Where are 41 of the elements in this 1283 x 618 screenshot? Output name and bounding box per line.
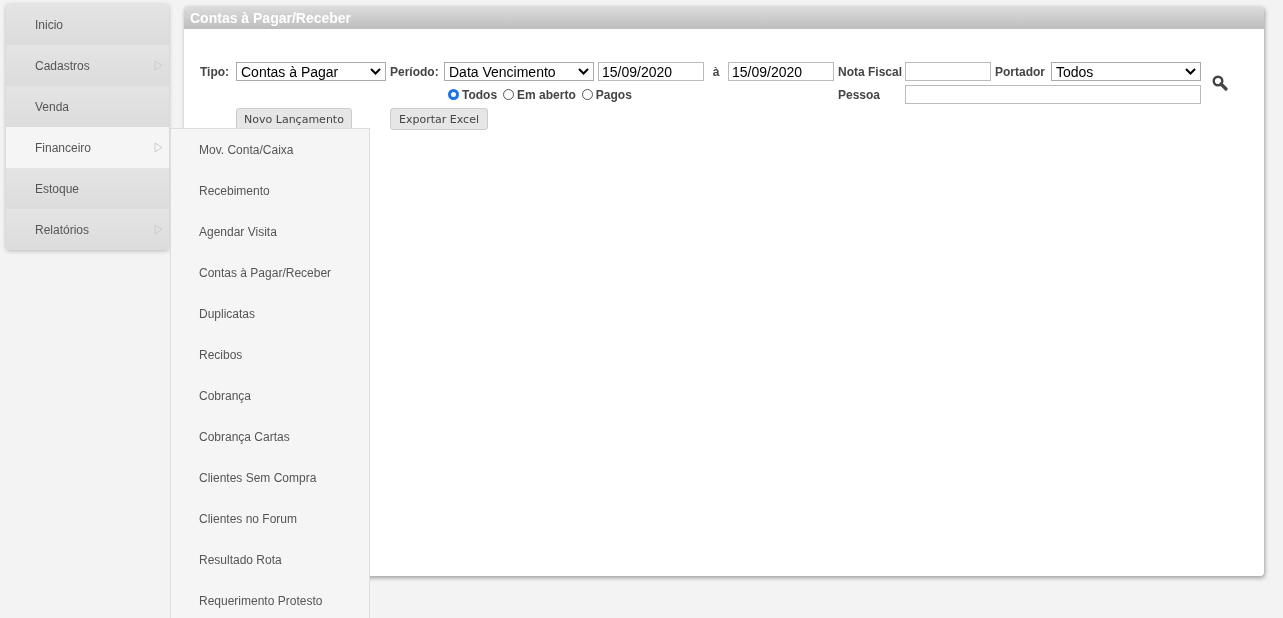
- submenu-item[interactable]: Cobrança: [171, 375, 369, 416]
- sidebar-item[interactable]: Venda: [6, 86, 169, 127]
- pessoa-field[interactable]: [905, 85, 1201, 104]
- chevron-icon: [370, 68, 381, 75]
- submenu-item[interactable]: Recebimento: [171, 170, 369, 211]
- sidebar-item[interactable]: Cadastros: [6, 45, 169, 86]
- submenu-item[interactable]: Resultado Rota: [171, 539, 369, 580]
- panel-title: Contas à Pagar/Receber: [184, 6, 1264, 29]
- submenu-item[interactable]: Agendar Visita: [171, 211, 369, 252]
- submenu-item[interactable]: Duplicatas: [171, 293, 369, 334]
- new-entry-button[interactable]: Novo Lançamento: [236, 108, 352, 130]
- sidebar-item[interactable]: Financeiro: [6, 127, 169, 168]
- status-radio[interactable]: Em aberto: [503, 87, 576, 102]
- status-radio[interactable]: Pagos: [581, 87, 632, 102]
- field-label: Pessoa: [838, 86, 882, 104]
- export-button[interactable]: Exportar Excel: [390, 108, 488, 130]
- date-field[interactable]: 15/09/2020: [598, 62, 704, 81]
- submenu-item[interactable]: Recibos: [171, 334, 369, 375]
- tipo-select[interactable]: Contas à Pagar: [236, 62, 386, 81]
- chevron-icon: [1185, 68, 1196, 75]
- periodo-select[interactable]: Data Vencimento: [444, 62, 594, 81]
- date-field[interactable]: 15/09/2020: [728, 62, 834, 81]
- sidebar-item[interactable]: Inicio: [6, 4, 169, 45]
- field-label: Nota Fiscal: [838, 63, 901, 81]
- submenu-item[interactable]: Requerimento Protesto: [171, 580, 369, 618]
- chevron-icon: [578, 68, 589, 75]
- status-radio[interactable]: Todos: [448, 87, 498, 102]
- date-separator: à: [711, 63, 721, 81]
- field-label: Tipo:: [200, 63, 231, 81]
- field-label: Portador: [995, 63, 1046, 81]
- sidebar-item[interactable]: Relatórios: [6, 209, 169, 250]
- nota-fiscal-field[interactable]: [905, 62, 991, 81]
- submenu-item[interactable]: Contas à Pagar/Receber: [171, 252, 369, 293]
- submenu-item[interactable]: Cobrança Cartas: [171, 416, 369, 457]
- portador-select[interactable]: Todos: [1051, 62, 1201, 81]
- submenu-item[interactable]: Clientes no Forum: [171, 498, 369, 539]
- sidebar-item[interactable]: Estoque: [6, 168, 169, 209]
- search-icon[interactable]: [1212, 75, 1228, 91]
- submenu-item[interactable]: Clientes Sem Compra: [171, 457, 369, 498]
- submenu-item[interactable]: Mov. Conta/Caixa: [171, 129, 369, 170]
- field-label: Período:: [390, 63, 440, 81]
